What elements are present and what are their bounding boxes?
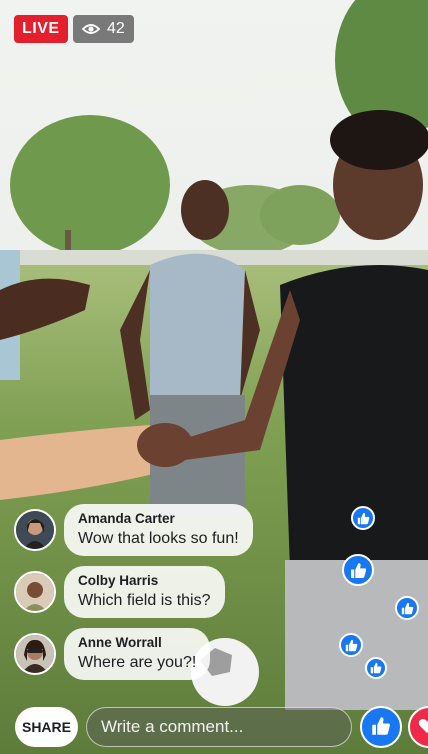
comment-item: Amanda Carter Wow that looks so fun! [14, 504, 253, 556]
commenter-name[interactable]: Colby Harris [78, 572, 211, 590]
heart-icon [418, 718, 428, 737]
thumbs-up-icon [395, 596, 419, 620]
live-label: LIVE [22, 20, 60, 37]
avatar[interactable] [14, 633, 56, 675]
comment-text: Where are you?! [78, 654, 197, 671]
thumbs-up-icon [351, 506, 375, 530]
comment-text: Wow that looks so fun! [78, 530, 239, 547]
comment-input[interactable] [86, 707, 352, 747]
live-video-feed[interactable]: LIVE 42 Amanda Carter Wow that looks so … [0, 0, 428, 754]
thumbs-up-icon [342, 554, 374, 586]
live-badge: LIVE [14, 15, 68, 43]
thumbs-up-icon [371, 716, 391, 739]
like-button[interactable] [360, 706, 402, 748]
thumbs-up-icon [365, 657, 387, 679]
viewer-count-badge: 42 [73, 15, 134, 43]
avatar[interactable] [14, 571, 56, 613]
commenter-name[interactable]: Anne Worrall [78, 634, 196, 652]
avatar[interactable] [14, 509, 56, 551]
comment-item: Colby Harris Which field is this? [14, 566, 225, 618]
love-button[interactable] [408, 706, 428, 748]
comment-item: Anne Worrall Where are you?! [14, 628, 211, 680]
eye-icon [82, 23, 100, 35]
thumbs-up-icon [339, 633, 363, 657]
viewer-count: 42 [107, 20, 125, 37]
comment-bubble: Anne Worrall Where are you?! [64, 628, 211, 680]
comment-text: Which field is this? [78, 592, 211, 609]
commenter-name[interactable]: Amanda Carter [78, 510, 239, 528]
bottom-action-bar: SHARE [0, 700, 428, 754]
comment-bubble: Amanda Carter Wow that looks so fun! [64, 504, 253, 556]
comment-bubble: Colby Harris Which field is this? [64, 566, 225, 618]
share-button[interactable]: SHARE [15, 707, 78, 747]
